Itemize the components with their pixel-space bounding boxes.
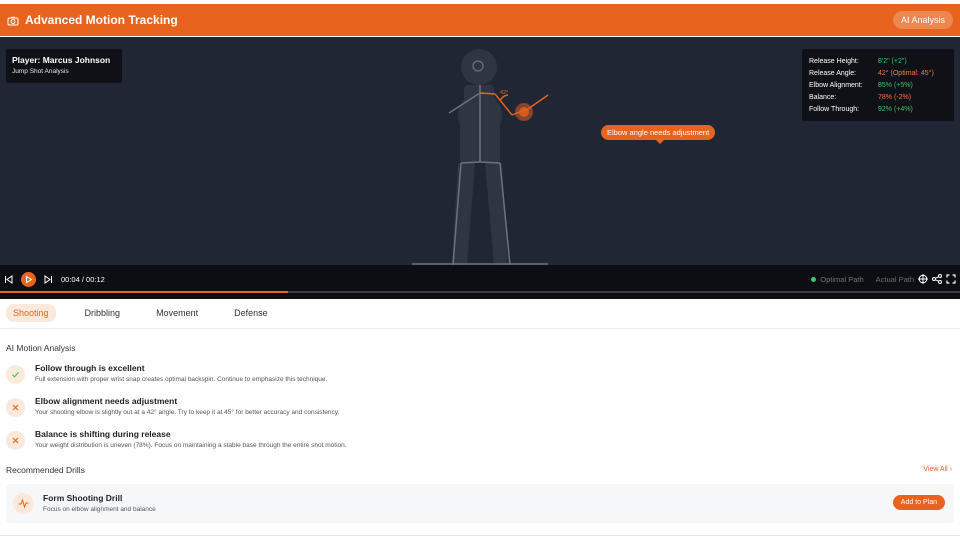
elbow-callout: Elbow angle needs adjustment	[601, 125, 716, 144]
metric-value: 42° (Optimal: 45°)	[878, 69, 934, 77]
app-root: Advanced Motion Tracking AI Analysis 42°…	[0, 0, 960, 540]
video-controls: 00:04 / 00:12 Optimal Path Actual Path	[0, 265, 960, 299]
analysis-item-title: Elbow alignment needs adjustment	[35, 396, 178, 406]
metric-value: 92% (+4%)	[878, 106, 913, 114]
analysis-heading: AI Motion Analysis	[6, 343, 76, 353]
time-display: 00:04 / 00:12	[61, 274, 105, 284]
analysis-item-desc: Full extension with proper wrist snap cr…	[35, 376, 328, 383]
metric-label: Release Angle:	[809, 69, 857, 77]
metric-label: Balance:	[809, 94, 837, 102]
drill-desc: Focus on elbow alignment and balance	[43, 506, 156, 513]
progress-fill	[0, 291, 288, 293]
metrics-panel: Release Height: 8'2" (+2") Release Angle:…	[802, 49, 954, 121]
analysis-item-title: Balance is shifting during release	[35, 429, 171, 439]
metric-value: 85% (+5%)	[878, 81, 913, 89]
metric-label: Release Height:	[809, 57, 859, 65]
add-to-plan-button[interactable]: Add to Plan	[892, 495, 945, 510]
metric-row: Balance: 78% (-2%)	[809, 92, 947, 104]
metric-value: 8'2" (+2")	[878, 57, 907, 65]
ai-analysis-button[interactable]: AI Analysis	[892, 11, 953, 29]
app-header: Advanced Motion Tracking AI Analysis	[0, 4, 960, 36]
analysis-item-desc: Your weight distribution is uneven (78%)…	[35, 442, 347, 449]
camera-icon	[7, 14, 19, 26]
analysis-item: Balance is shifting during release Your …	[6, 429, 946, 459]
metric-label: Follow Through:	[809, 106, 860, 114]
metric-value: 78% (-2%)	[878, 94, 912, 102]
metric-row: Release Angle: 42° (Optimal: 45°)	[809, 67, 947, 79]
activity-icon	[13, 493, 34, 514]
video-player[interactable]: 42° Player: Marcus Johnson Jump Shot Ana…	[0, 37, 960, 299]
divider	[0, 535, 960, 536]
metric-label: Elbow Alignment:	[809, 81, 863, 89]
analysis-item: Elbow alignment needs adjustment Your sh…	[6, 396, 946, 426]
progress-bar[interactable]	[0, 291, 960, 293]
play-button[interactable]	[21, 271, 36, 287]
drill-title: Form Shooting Drill	[43, 493, 123, 503]
analysis-item-desc: Your shooting elbow is slightly out at a…	[35, 409, 340, 416]
fullscreen-icon[interactable]	[946, 274, 956, 284]
player-name: Player: Marcus Johnson	[12, 55, 111, 65]
metric-row: Release Height: 8'2" (+2")	[809, 55, 947, 67]
tab-defense[interactable]: Defense	[227, 304, 275, 322]
divider	[0, 328, 960, 329]
analysis-type: Jump Shot Analysis	[12, 68, 69, 75]
sport-tabs: Shooting Dribbling Movement Defense	[6, 304, 297, 322]
check-icon	[6, 365, 25, 384]
play-icon	[26, 275, 33, 283]
share-icon[interactable]	[932, 274, 942, 284]
analysis-item: Follow through is excellent Full extensi…	[6, 363, 946, 393]
metric-row: Elbow Alignment: 85% (+5%)	[809, 79, 947, 91]
analysis-item-title: Follow through is excellent	[35, 363, 145, 373]
player-card: Player: Marcus Johnson Jump Shot Analysi…	[6, 49, 122, 83]
skip-forward-icon[interactable]	[44, 274, 53, 284]
x-icon	[6, 431, 25, 450]
x-icon	[6, 398, 25, 417]
app-title: Advanced Motion Tracking	[25, 13, 178, 27]
view-all-link[interactable]: View All ›	[923, 466, 952, 473]
target-icon[interactable]	[918, 274, 928, 284]
drill-card[interactable]: Form Shooting Drill Focus on elbow align…	[6, 484, 954, 523]
metric-row: Follow Through: 92% (+4%)	[809, 104, 947, 116]
drills-heading: Recommended Drills	[6, 465, 85, 475]
optimal-path-dot	[811, 276, 817, 282]
optimal-path-label: Optimal Path	[820, 274, 864, 284]
tab-movement[interactable]: Movement	[149, 304, 205, 322]
tab-shooting[interactable]: Shooting	[6, 304, 56, 322]
angle-label: 42°	[500, 90, 509, 96]
path-legend: Optimal Path Actual Path	[811, 275, 914, 284]
skip-back-icon[interactable]	[4, 274, 13, 284]
actual-path-label: Actual Path	[875, 274, 914, 284]
tab-dribbling[interactable]: Dribbling	[78, 304, 128, 322]
